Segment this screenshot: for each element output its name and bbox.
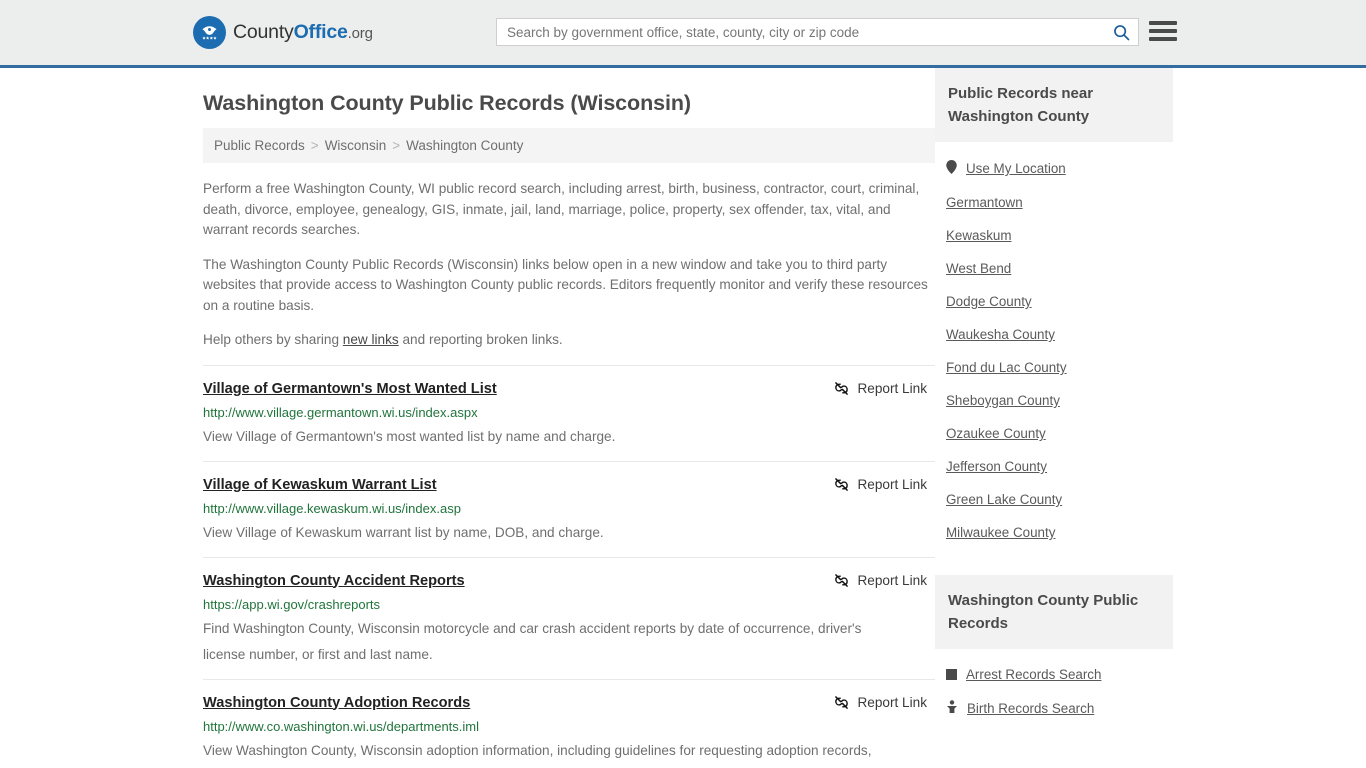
broken-link-icon: [835, 695, 849, 709]
result-title-link[interactable]: Washington County Adoption Records: [203, 694, 470, 712]
result-item: Washington County Adoption Records Repor…: [203, 678, 935, 768]
sidebar-item-dodge-county[interactable]: Dodge County: [946, 285, 1173, 318]
sidebar-link-label[interactable]: Ozaukee County: [946, 426, 1046, 441]
sidebar-item-kewaskum[interactable]: Kewaskum: [946, 219, 1173, 252]
result-url: https://app.wi.gov/crashreports: [203, 596, 381, 612]
sidebar-county-records-heading: Washington County Public Records: [935, 575, 1173, 649]
sidebar-item-milwaukee-county[interactable]: Milwaukee County: [946, 516, 1173, 549]
square-icon: [946, 669, 957, 680]
search-icon: [1113, 24, 1129, 40]
search-button[interactable]: [1104, 19, 1138, 45]
result-item: Washington County Accident Reports Repor…: [203, 556, 935, 679]
sidebar-link-label[interactable]: Use My Location: [966, 161, 1066, 176]
baby-icon: [946, 700, 958, 716]
sidebar-item-sheboygan-county[interactable]: Sheboygan County: [946, 384, 1173, 417]
hamburger-menu-icon[interactable]: [1149, 19, 1177, 43]
hamburger-bar-3: [1149, 37, 1177, 41]
sidebar-link-label[interactable]: Fond du Lac County: [946, 360, 1067, 375]
result-url: http://www.co.washington.wi.us/departmen…: [203, 718, 480, 734]
sidebar-item-arrest-records-search[interactable]: Arrest Records Search: [946, 658, 1173, 691]
result-url: http://www.village.kewaskum.wi.us/index.…: [203, 500, 461, 516]
sidebar-item-jefferson-county[interactable]: Jefferson County: [946, 450, 1173, 483]
main-content: Washington County Public Records (Wiscon…: [203, 68, 935, 768]
result-title-link[interactable]: Village of Kewaskum Warrant List: [203, 476, 437, 494]
page-title: Washington County Public Records (Wiscon…: [203, 91, 691, 115]
sidebar-link-label[interactable]: Arrest Records Search: [966, 667, 1101, 682]
hamburger-bar-1: [1149, 21, 1177, 25]
sidebar-item-use-my-location[interactable]: Use My Location: [946, 151, 1173, 186]
intro-paragraph-1: Perform a free Washington County, WI pub…: [203, 181, 920, 237]
sidebar-item-green-lake-county[interactable]: Green Lake County: [946, 483, 1173, 516]
result-title-link[interactable]: Washington County Accident Reports: [203, 572, 465, 590]
sidebar-item-waukesha-county[interactable]: Waukesha County: [946, 318, 1173, 351]
broken-link-icon: [835, 381, 849, 395]
sidebar-link-label[interactable]: Kewaskum: [946, 228, 1012, 243]
sidebar-link-label[interactable]: Jefferson County: [946, 459, 1047, 474]
hamburger-bar-2: [1149, 29, 1177, 33]
intro-p3-after: and reporting broken links.: [398, 332, 563, 347]
logo-word-county: County: [233, 21, 294, 43]
sidebar-item-ozaukee-county[interactable]: Ozaukee County: [946, 417, 1173, 450]
report-link-button[interactable]: Report Link: [834, 381, 927, 396]
breadcrumb-item-public-records[interactable]: Public Records: [214, 138, 305, 153]
report-link-label: Report Link: [857, 476, 927, 492]
report-link-button[interactable]: Report Link: [834, 695, 927, 710]
map-pin-icon: [946, 160, 957, 177]
breadcrumb-separator-2: >: [392, 138, 401, 153]
page-container: Washington County Public Records (Wiscon…: [0, 68, 1366, 768]
breadcrumb-item-washington-county[interactable]: Washington County: [406, 138, 523, 153]
sidebar-link-label[interactable]: Milwaukee County: [946, 525, 1055, 540]
eagle-emblem-icon: [193, 16, 226, 49]
report-link-label: Report Link: [857, 572, 927, 588]
site-header: CountyOffice.org: [0, 0, 1366, 68]
breadcrumb-separator-1: >: [310, 138, 319, 153]
sidebar-nearby-list: Use My Location Germantown Kewaskum West…: [935, 142, 1173, 553]
result-description: View Village of Kewaskum warrant list by…: [203, 524, 604, 540]
site-logo[interactable]: CountyOffice.org: [193, 16, 373, 49]
result-item: Village of Kewaskum Warrant List Report …: [203, 460, 935, 557]
sidebar-item-west-bend[interactable]: West Bend: [946, 252, 1173, 285]
result-url: http://www.village.germantown.wi.us/inde…: [203, 404, 478, 420]
breadcrumb: Public Records > Wisconsin > Washington …: [203, 128, 935, 163]
result-item: Village of Germantown's Most Wanted List…: [203, 364, 935, 461]
sidebar-county-records-list: Arrest Records Search Birth Records Sear…: [935, 649, 1173, 729]
logo-word-tld: .org: [347, 25, 373, 42]
sidebar-card-county-records: Washington County Public Records Arrest …: [935, 575, 1173, 729]
sidebar-link-label[interactable]: Birth Records Search: [967, 701, 1094, 716]
result-description: Find Washington County, Wisconsin motorc…: [203, 620, 862, 662]
sidebar-link-label[interactable]: Waukesha County: [946, 327, 1055, 342]
result-description: View Village of Germantown's most wanted…: [203, 428, 616, 444]
sidebar-link-label[interactable]: Sheboygan County: [946, 393, 1060, 408]
sidebar-card-nearby: Public Records near Washington County Us…: [935, 68, 1173, 553]
broken-link-icon: [835, 477, 849, 491]
result-description: View Washington County, Wisconsin adopti…: [203, 742, 872, 758]
intro-paragraph-2: The Washington County Public Records (Wi…: [203, 256, 928, 313]
sidebar-link-label[interactable]: Green Lake County: [946, 492, 1062, 507]
report-link-button[interactable]: Report Link: [834, 573, 927, 588]
site-logo-text: CountyOffice.org: [233, 21, 373, 44]
logo-word-office: Office: [293, 21, 348, 43]
sidebar-link-label[interactable]: West Bend: [946, 261, 1011, 276]
breadcrumb-item-wisconsin[interactable]: Wisconsin: [325, 138, 387, 153]
intro-text: Perform a free Washington County, WI pub…: [203, 179, 935, 351]
search-bar[interactable]: [496, 18, 1139, 46]
sidebar-item-fond-du-lac-county[interactable]: Fond du Lac County: [946, 351, 1173, 384]
result-title-link[interactable]: Village of Germantown's Most Wanted List: [203, 380, 497, 398]
report-link-label: Report Link: [857, 380, 927, 396]
intro-paragraph-3: Help others by sharing new links and rep…: [203, 330, 935, 351]
intro-p3-before: Help others by sharing: [203, 332, 343, 347]
search-input[interactable]: [497, 19, 1104, 45]
broken-link-icon: [835, 573, 849, 587]
sidebar-link-label[interactable]: Germantown: [946, 195, 1023, 210]
new-links-link[interactable]: new links: [343, 332, 399, 347]
report-link-button[interactable]: Report Link: [834, 477, 927, 492]
sidebar-item-germantown[interactable]: Germantown: [946, 186, 1173, 219]
sidebar-nearby-heading: Public Records near Washington County: [935, 68, 1173, 142]
sidebar: Public Records near Washington County Us…: [935, 68, 1173, 729]
sidebar-link-label[interactable]: Dodge County: [946, 294, 1032, 309]
report-link-label: Report Link: [857, 694, 927, 710]
sidebar-item-birth-records-search[interactable]: Birth Records Search: [946, 691, 1173, 725]
